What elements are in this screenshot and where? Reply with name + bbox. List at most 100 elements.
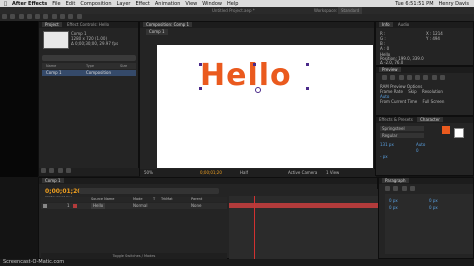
hand-tool-icon[interactable] (10, 14, 16, 19)
bbox-handle[interactable] (199, 63, 202, 66)
align-left-icon[interactable] (385, 186, 390, 191)
space-before[interactable]: 0 px (389, 205, 398, 210)
type-tool-icon[interactable] (68, 14, 74, 19)
column-mode[interactable]: Mode (133, 197, 143, 202)
bbox-handle[interactable] (253, 63, 256, 66)
bbox-handle[interactable] (199, 87, 202, 90)
tab-character[interactable]: Character (417, 117, 443, 122)
timeline-panel: Comp 1 0;00;01;20 00050 (29.97 fps) Sour… (38, 177, 379, 260)
column-size[interactable]: Size (120, 63, 127, 69)
font-select[interactable]: Springsteel (380, 126, 424, 131)
time-ruler[interactable] (229, 189, 379, 196)
viewer-timecode[interactable]: 0;00;01;20 (200, 170, 222, 175)
tab-audio[interactable]: Audio (398, 22, 409, 27)
last-frame-icon[interactable] (415, 75, 421, 80)
tab-composition[interactable]: Composition: Comp 1 (143, 22, 193, 27)
preview-tabbar: Preview (376, 67, 473, 73)
menu-animation[interactable]: Animation (155, 1, 181, 7)
column-t[interactable]: T (153, 197, 155, 202)
next-frame-icon[interactable] (406, 75, 412, 80)
menu-layer[interactable]: Layer (117, 1, 131, 7)
align-center-icon[interactable] (393, 186, 399, 191)
column-name[interactable]: Name (46, 64, 56, 68)
font-size-value[interactable]: 131 px (380, 142, 394, 147)
indent-right[interactable]: 0 px (429, 198, 438, 203)
style-select[interactable]: Regular (380, 133, 424, 138)
bbox-handle[interactable] (306, 63, 309, 66)
column-source-name[interactable]: Source Name (91, 197, 114, 202)
project-search-input[interactable] (42, 55, 136, 61)
from-current-checkbox[interactable]: From Current Time (380, 99, 417, 104)
play-icon[interactable] (398, 75, 404, 80)
column-parent[interactable]: Parent (191, 197, 202, 202)
new-comp-icon[interactable] (57, 168, 63, 173)
apple-menu-icon[interactable]:  (4, 1, 7, 7)
resolution-select[interactable]: Half (240, 170, 248, 175)
layer-label-color[interactable] (73, 204, 77, 208)
menu-file[interactable]: File (52, 1, 60, 7)
camera-tool-icon[interactable] (35, 14, 41, 19)
first-frame-icon[interactable] (382, 75, 387, 80)
tab-paragraph[interactable]: Paragraph (382, 178, 409, 183)
menu-window[interactable]: Window (202, 1, 222, 7)
tab-comp1-timeline[interactable]: Comp 1 (42, 178, 64, 183)
pan-behind-tool-icon[interactable] (43, 14, 49, 19)
tab-effects-presets[interactable]: Effects & Presets (379, 117, 413, 122)
menu-help[interactable]: Help (227, 1, 238, 7)
rotate-tool-icon[interactable] (26, 14, 32, 19)
new-folder-icon[interactable] (49, 168, 55, 173)
trash-icon[interactable] (65, 168, 71, 173)
align-right-icon[interactable] (401, 186, 407, 191)
shape-tool-icon[interactable] (51, 14, 57, 19)
bbox-handle[interactable] (306, 87, 309, 90)
anchor-point-icon[interactable] (255, 87, 261, 93)
brush-tool-icon[interactable] (76, 14, 82, 19)
comp-subtab[interactable]: Comp 1 (146, 29, 168, 35)
user-name[interactable]: Henry Davis (439, 1, 469, 7)
tab-info[interactable]: Info (379, 22, 393, 27)
justify-icon[interactable] (409, 186, 415, 191)
selection-tool-icon[interactable] (2, 14, 7, 19)
menu-after-effects[interactable]: After Effects (12, 1, 47, 7)
current-time-indicator[interactable] (254, 196, 255, 260)
menu-effect[interactable]: Effect (136, 1, 150, 7)
layer-mode[interactable]: Normal (133, 203, 147, 209)
stroke-color-swatch[interactable] (454, 128, 464, 138)
composition-panel: Composition: Comp 1 Comp 1 50% 0;00;01;2… (139, 21, 376, 177)
layer-row[interactable]: 1 Hello Normal None (41, 203, 227, 209)
views-select[interactable]: 1 View (326, 170, 339, 175)
prev-frame-icon[interactable] (390, 75, 396, 80)
layer-duration-bar[interactable] (229, 203, 379, 208)
column-trkmat[interactable]: TrkMat (161, 197, 173, 202)
menu-edit[interactable]: Edit (66, 1, 76, 7)
zoom-tool-icon[interactable] (18, 14, 24, 19)
project-item[interactable]: Comp 1 Composition (42, 70, 136, 76)
pen-tool-icon[interactable] (59, 14, 65, 19)
camera-select[interactable]: Active Camera (288, 170, 317, 175)
stroke-width-value[interactable]: - px (380, 154, 388, 159)
fill-color-swatch[interactable] (442, 126, 450, 134)
workspace-select[interactable]: Standard (338, 7, 363, 14)
column-type[interactable]: Type (86, 63, 94, 69)
tab-preview[interactable]: Preview (379, 67, 401, 72)
tab-effect-controls[interactable]: Effect Controls: Hello (67, 22, 109, 27)
full-screen-checkbox[interactable]: Full Screen (423, 99, 445, 104)
interpret-footage-icon[interactable] (41, 168, 46, 173)
loop-icon[interactable] (431, 75, 437, 80)
timeline-search-input[interactable] (79, 188, 219, 194)
visibility-icon[interactable] (43, 204, 47, 208)
indent-left[interactable]: 0 px (389, 198, 398, 203)
menu-composition[interactable]: Composition (80, 1, 111, 7)
zoom-select[interactable]: 50% (144, 170, 153, 175)
layer-columns: Source Name Mode T TrkMat Parent (41, 197, 227, 202)
leading-value[interactable]: Auto (416, 142, 425, 147)
ram-preview-icon[interactable] (439, 75, 445, 80)
current-time[interactable]: 0;00;01;20 (45, 188, 81, 195)
space-after[interactable]: 0 px (429, 205, 438, 210)
tab-project[interactable]: Project (42, 22, 62, 27)
menu-view[interactable]: View (185, 1, 197, 7)
audio-icon[interactable] (423, 75, 429, 80)
layer-name[interactable]: Hello (91, 203, 106, 209)
tracking-value[interactable]: 0 (416, 148, 419, 153)
layer-parent[interactable]: None (191, 203, 201, 209)
